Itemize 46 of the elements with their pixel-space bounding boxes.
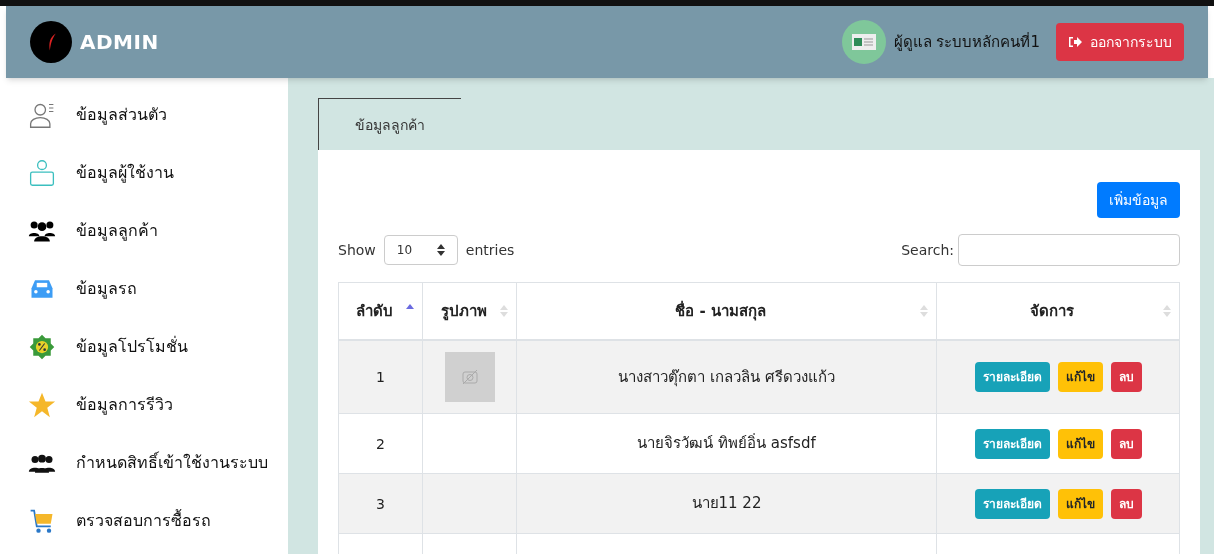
logout-button[interactable]: ออกจากระบบ [1056, 23, 1184, 61]
sign-out-icon [1068, 36, 1082, 48]
sidebar-item[interactable]: ข้อมูลรถ [28, 260, 288, 318]
user-name: ผู้ดูแล ระบบหลักคนที่1 [893, 31, 1040, 53]
sidebar-item[interactable]: ข้อมูลลูกค้า [28, 202, 288, 260]
edit-button[interactable]: แก้ไข [1057, 428, 1103, 459]
add-button[interactable]: เพิ่มข้อมูล [1097, 182, 1180, 218]
sidebar-item[interactable]: ข้อมูลส่วนตัว [28, 86, 288, 144]
table-cell: 2 [338, 413, 423, 474]
logo-icon [30, 21, 72, 63]
column-header[interactable]: รูปภาพ [422, 282, 517, 340]
edit-button[interactable]: แก้ไข [1057, 361, 1103, 392]
delete-button[interactable]: ลบ [1110, 361, 1142, 392]
table-cell: 1 [338, 339, 423, 414]
search-field[interactable] [958, 234, 1180, 266]
show-label: Show [338, 241, 376, 260]
column-header[interactable]: ชื่อ - นามสกุล [516, 282, 937, 340]
column-header[interactable]: จัดการ [936, 282, 1180, 340]
column-title: ลำดับ [355, 300, 394, 322]
entries-label: entries [465, 241, 515, 260]
person-outline-icon [28, 101, 56, 129]
column-title: จัดการ [1029, 300, 1075, 322]
sidebar-item[interactable]: กำหนดสิทธิ์เข้าใช้งานระบบ [28, 434, 288, 492]
delete-button[interactable]: ลบ [1110, 488, 1142, 519]
sidebar-item[interactable]: ข้อมูลโปรโมชั่น [28, 318, 288, 376]
table-cell: 3 [338, 473, 423, 534]
column-header[interactable]: ลำดับ [338, 282, 423, 340]
up-down-caret-icon [436, 244, 445, 256]
tab[interactable]: ข้อมูลลูกค้า [318, 98, 461, 150]
sidebar-item[interactable]: ข้อมูลการรีวิว [28, 376, 288, 434]
table-cell: นางสาวตุ๊กตา เกลวลิน ศรีดวงแก้ว [516, 339, 937, 414]
column-title: รูปภาพ [439, 300, 488, 322]
id-card-icon [841, 20, 886, 64]
column-title: ชื่อ - นามสกุล [674, 299, 767, 322]
edit-button[interactable]: แก้ไข [1057, 488, 1103, 519]
table-cell: นาย11 22 [516, 473, 937, 534]
delete-button[interactable]: ลบ [1110, 428, 1142, 459]
table-cell: นายจิรวัฒน์ ทิพย์อิ่น asfsdf [516, 413, 937, 474]
user-at-desk-icon [28, 159, 56, 187]
brand-title: ADMIN [80, 29, 159, 56]
percent-badge-icon [28, 333, 56, 361]
sidebar-item[interactable]: ตรวจสอบการซื้อรถ [28, 492, 288, 550]
entries-select[interactable]: 10 [383, 235, 458, 265]
sidebar-item[interactable]: ข้อมูลผู้ใช้งาน [28, 144, 288, 202]
star-icon [28, 391, 56, 419]
search-label: Search: [901, 241, 954, 260]
